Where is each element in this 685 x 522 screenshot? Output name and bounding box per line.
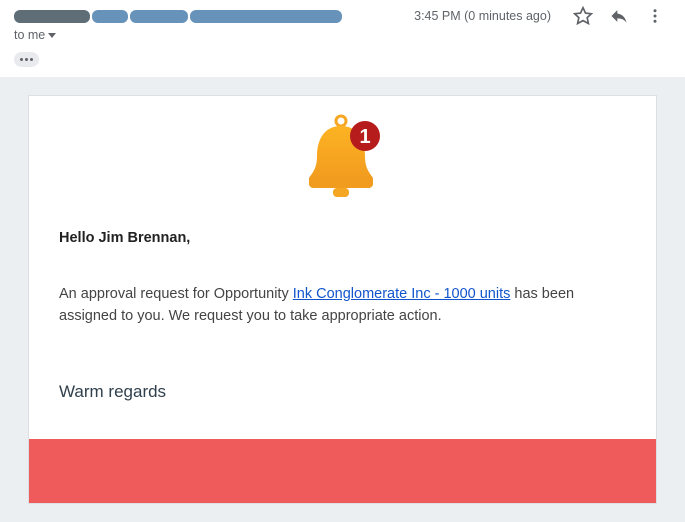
notification-bell-graphic: 1 <box>29 96 656 228</box>
redacted-segment <box>130 10 188 23</box>
sender-info <box>14 10 414 23</box>
message-body: An approval request for Opportunity Ink … <box>59 284 626 328</box>
star-icon[interactable] <box>573 6 593 26</box>
to-label: to me <box>14 28 45 42</box>
redacted-sender-name <box>14 10 90 23</box>
signoff-text: Warm regards <box>59 379 626 405</box>
redacted-sender-email <box>190 10 342 23</box>
card-footer-bar <box>29 439 656 503</box>
more-vert-icon[interactable] <box>645 6 665 26</box>
email-card: 1 Hello Jim Brennan, An approval request… <box>28 95 657 504</box>
redacted-segment <box>92 10 128 23</box>
show-trimmed-content-icon[interactable] <box>14 52 39 67</box>
email-body-area: 1 Hello Jim Brennan, An approval request… <box>0 77 685 522</box>
opportunity-link[interactable]: Ink Conglomerate Inc - 1000 units <box>293 286 511 302</box>
reply-icon[interactable] <box>609 6 629 26</box>
notification-count: 1 <box>359 126 370 148</box>
recipient-dropdown-icon[interactable] <box>48 33 56 38</box>
body-text-before: An approval request for Opportunity <box>59 286 293 302</box>
timestamp: 3:45 PM (0 minutes ago) <box>414 9 551 23</box>
greeting-text: Hello Jim Brennan, <box>59 228 626 250</box>
